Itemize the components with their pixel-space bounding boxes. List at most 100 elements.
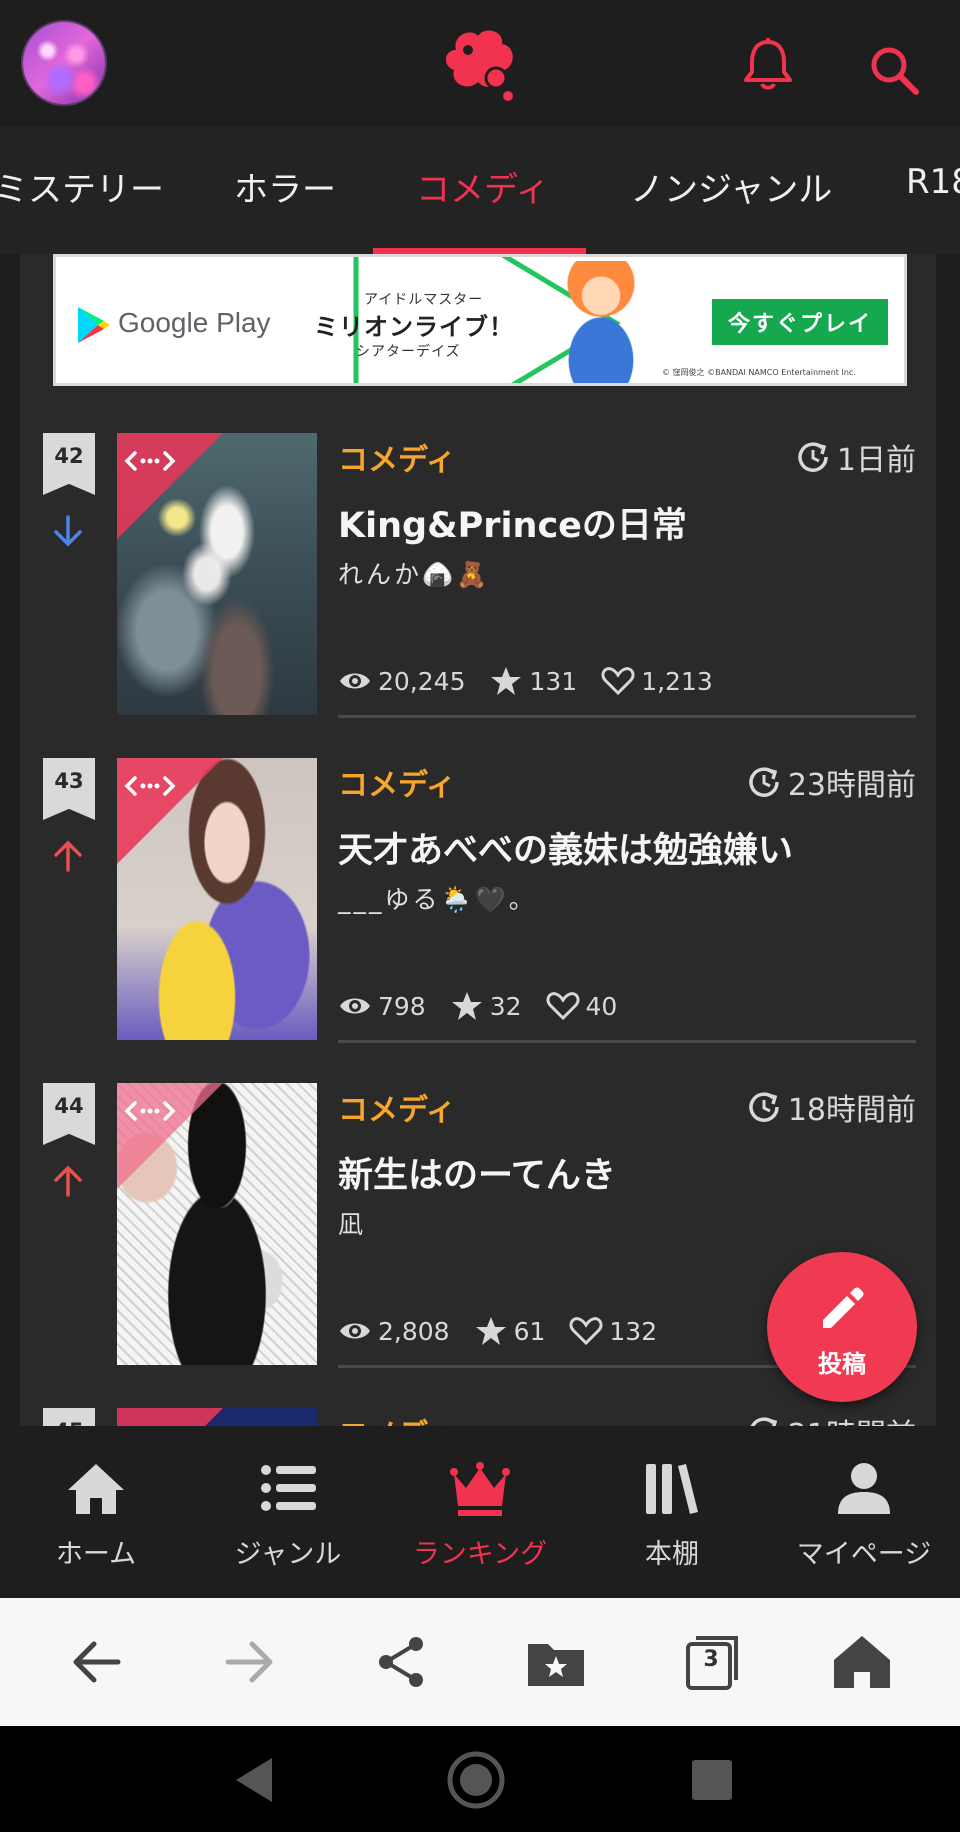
bookshelf-icon <box>646 1464 698 1514</box>
nav-label: ホーム <box>55 1539 137 1570</box>
code-tag-icon <box>124 776 176 796</box>
app-header <box>0 0 960 126</box>
forward-arrow-icon[interactable] <box>220 1632 280 1692</box>
tab-comedy[interactable]: コメディ <box>416 162 550 211</box>
likes-count: 40 <box>585 991 618 1021</box>
story-stats: 798 32 40 <box>338 990 641 1022</box>
google-play-icon <box>78 307 110 343</box>
ad-title-small: アイドルマスター <box>364 292 484 308</box>
story-thumbnail[interactable] <box>117 433 317 715</box>
row-divider <box>338 1040 916 1043</box>
person-icon <box>838 1463 890 1514</box>
stars-stat: 32 <box>450 991 522 1021</box>
share-icon[interactable] <box>372 1632 432 1692</box>
code-tag-icon <box>124 451 176 471</box>
ad-banner[interactable]: Google Play アイドルマスター ミリオンライブ！ シアターデイズ 今す… <box>53 254 907 386</box>
thumbnail-ribbon <box>117 1408 223 1426</box>
rank-badge: 45 <box>43 1408 95 1426</box>
back-arrow-icon[interactable] <box>66 1632 126 1692</box>
ad-character-image <box>526 261 676 383</box>
likes-stat: 1,213 <box>601 666 713 696</box>
genre-label[interactable]: コメディ <box>338 760 456 804</box>
ad-play-now-button[interactable]: 今すぐプレイ <box>712 299 888 345</box>
system-recents-icon[interactable] <box>682 1750 742 1810</box>
genre-label[interactable]: コメディ <box>338 435 456 479</box>
updated-text: 1日前 <box>836 443 916 478</box>
author-name[interactable]: ___ゆる🌦️🖤。 <box>338 880 537 916</box>
post-button[interactable]: 投稿 <box>767 1252 917 1402</box>
ad-credit: © 窪岡俊之 ©BANDAI NAMCO Entertainment Inc. <box>662 368 856 377</box>
tab-mystery[interactable]: ミステリー <box>0 162 164 211</box>
story-thumbnail[interactable] <box>117 758 317 1040</box>
stars-count: 131 <box>529 666 578 696</box>
pencil-icon <box>823 1287 864 1328</box>
updated-time: 21時間前 <box>746 1410 916 1426</box>
tab-horror[interactable]: ホラー <box>234 162 336 211</box>
stars-count: 32 <box>489 991 522 1021</box>
rank-badge: 43 <box>43 758 95 820</box>
rank-badge: 44 <box>43 1083 95 1145</box>
nav-label: ランキング <box>412 1539 548 1570</box>
ranking-list[interactable]: Google Play アイドルマスター ミリオンライブ！ シアターデイズ 今す… <box>0 254 960 1426</box>
ranking-item[interactable]: 43 コメディ 23時間前 天才あべべの義妹は勉強嫌い ___ゆる🌦️🖤。 79… <box>20 758 936 1083</box>
stars-stat: 131 <box>489 666 577 696</box>
bookmark-folder-icon[interactable] <box>526 1632 586 1692</box>
likes-count: 132 <box>609 1316 658 1346</box>
likes-stat: 132 <box>569 1316 657 1346</box>
story-title[interactable]: 天才あべべの義妹は勉強嫌い <box>338 822 793 873</box>
story-stats: 20,245 131 1,213 <box>338 665 737 697</box>
star-icon <box>475 1317 506 1345</box>
updated-time: 23時間前 <box>746 760 916 804</box>
trend-up-icon <box>54 840 82 872</box>
app-logo-icon[interactable] <box>438 20 522 104</box>
eye-icon <box>340 1323 370 1339</box>
search-icon[interactable] <box>868 44 920 96</box>
system-back-icon[interactable] <box>226 1750 286 1810</box>
ranking-item[interactable]: 42 コメディ 1日前 King&Princeの日常 れんか🍙🧸 20,245 … <box>20 433 936 758</box>
nav-bookshelf[interactable]: 本棚 <box>576 1426 768 1598</box>
eye-icon <box>340 998 370 1014</box>
browser-toolbar <box>0 1598 960 1726</box>
crown-icon <box>450 1462 510 1516</box>
rank-badge: 42 <box>43 433 95 495</box>
nav-ranking[interactable]: ランキング <box>384 1426 576 1598</box>
bell-icon[interactable] <box>742 36 794 90</box>
genre-label[interactable]: コメディ <box>338 1410 456 1426</box>
genre-label[interactable]: コメディ <box>338 1085 456 1129</box>
trend-up-icon <box>54 1165 82 1197</box>
nav-label: 本棚 <box>645 1539 699 1570</box>
story-title[interactable]: 新生はのーてんき <box>338 1147 616 1198</box>
bottom-nav: ホーム ジャンル ランキング 本棚 マイページ <box>0 1426 960 1598</box>
likes-count: 1,213 <box>641 666 713 696</box>
nav-label: マイページ <box>796 1539 932 1570</box>
star-icon <box>451 992 482 1020</box>
home-icon[interactable] <box>832 1632 892 1692</box>
list-icon <box>261 1465 316 1511</box>
author-name[interactable]: れんか🍙🧸 <box>338 555 490 591</box>
views-count: 2,808 <box>378 1316 450 1346</box>
author-name[interactable]: 凪 <box>338 1205 366 1241</box>
avatar[interactable] <box>21 20 107 106</box>
nav-home[interactable]: ホーム <box>0 1426 192 1598</box>
tab-non-genre[interactable]: ノンジャンル <box>630 162 832 211</box>
updated-text: 21時間前 <box>788 1410 916 1426</box>
row-divider <box>338 715 916 718</box>
eye-icon <box>340 673 370 689</box>
tab-r18[interactable]: R18 <box>906 162 960 202</box>
system-home-icon[interactable] <box>446 1750 506 1810</box>
nav-mypage[interactable]: マイページ <box>768 1426 960 1598</box>
ranking-item[interactable]: 45 コメディ 21時間前 <box>20 1408 936 1426</box>
views-count: 798 <box>378 991 426 1021</box>
heart-icon <box>569 1317 603 1346</box>
stars-count: 61 <box>513 1316 546 1346</box>
story-thumbnail[interactable] <box>117 1408 317 1426</box>
star-icon <box>491 667 522 695</box>
nav-genre[interactable]: ジャンル <box>192 1426 384 1598</box>
story-title[interactable]: King&Princeの日常 <box>338 497 687 548</box>
post-button-label: 投稿 <box>818 1350 866 1378</box>
views-stat: 20,245 <box>338 666 465 696</box>
heart-icon <box>601 667 635 696</box>
code-tag-icon <box>124 1101 176 1121</box>
update-history-icon <box>749 1092 779 1122</box>
story-thumbnail[interactable] <box>117 1083 317 1365</box>
